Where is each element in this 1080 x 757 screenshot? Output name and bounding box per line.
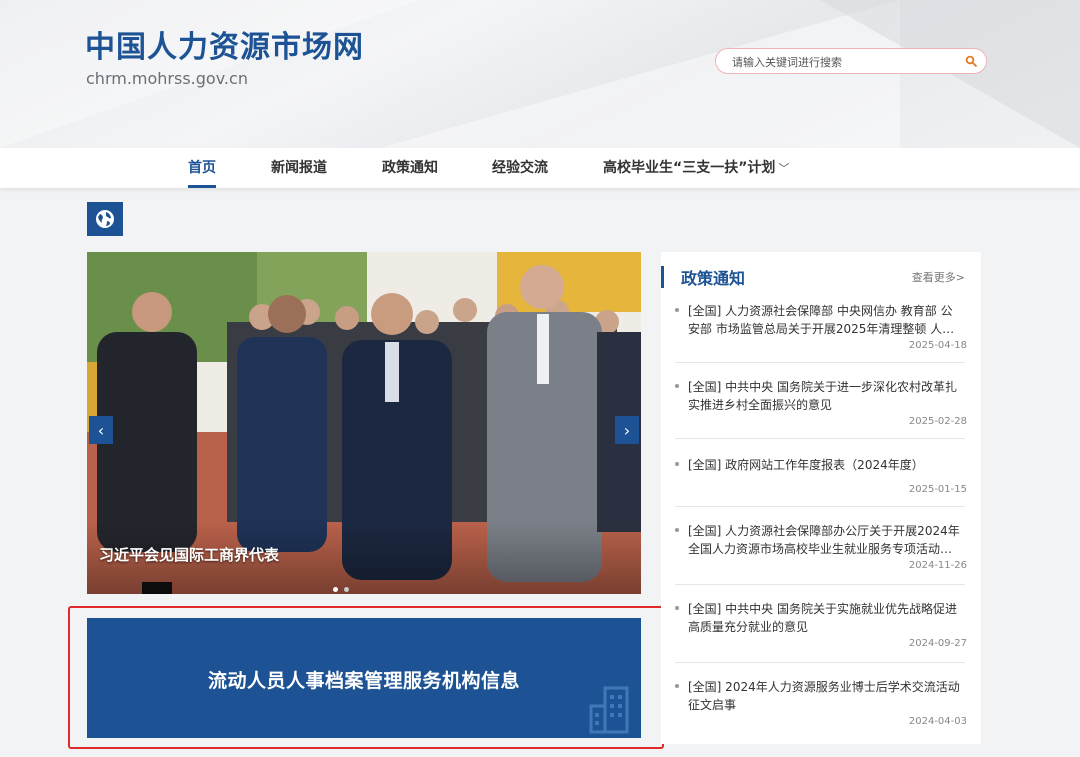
banner-label: 流动人员人事档案管理服务机构信息 <box>207 670 520 692</box>
site-domain: chrm.mohrss.gov.cn <box>86 69 248 88</box>
carousel-dot[interactable] <box>344 587 349 592</box>
divider <box>675 662 965 663</box>
bullet-icon <box>675 528 679 532</box>
news-title[interactable]: [全国] 政府网站工作年度报表（2024年度） <box>688 456 961 474</box>
nav-item-label: 高校毕业生“三支一扶”计划 <box>603 160 776 176</box>
bullet-icon <box>675 384 679 388</box>
news-date: 2025-04-18 <box>908 340 967 351</box>
divider <box>675 584 965 585</box>
divider <box>675 438 965 439</box>
nav-item-policy[interactable]: 政策通知 <box>382 148 438 188</box>
policy-notice-panel: 政策通知 查看更多> [全国] 人力资源社会保障部 中央网信办 教育部 公安部 … <box>661 252 981 744</box>
divider <box>675 362 965 363</box>
site-title[interactable]: 中国人力资源市场网 <box>85 22 364 66</box>
divider <box>675 506 965 507</box>
nav-item-news[interactable]: 新闻报道 <box>271 148 327 188</box>
news-carousel[interactable]: 习近平会见国际工商界代表 ‹ › <box>87 252 641 594</box>
nav-item-experience[interactable]: 经验交流 <box>492 148 548 188</box>
building-icon <box>589 686 629 734</box>
news-date: 2025-01-15 <box>908 484 967 495</box>
news-title[interactable]: [全国] 中共中央 国务院关于实施就业优先战略促进高质量充分就业的意见 <box>688 600 961 636</box>
bullet-icon <box>675 684 679 688</box>
archive-agency-banner[interactable]: 流动人员人事档案管理服务机构信息 <box>87 618 641 738</box>
carousel-next-button[interactable]: › <box>615 416 639 444</box>
carousel-prev-button[interactable]: ‹ <box>89 416 113 444</box>
globe-button[interactable] <box>87 202 123 236</box>
news-title[interactable]: [全国] 人力资源社会保障部 中央网信办 教育部 公安部 市场监管总局关于开展2… <box>688 302 961 338</box>
news-date: 2024-04-03 <box>908 716 967 727</box>
bullet-icon <box>675 308 679 312</box>
news-title[interactable]: [全国] 2024年人力资源服务业博士后学术交流活动征文启事 <box>688 678 961 714</box>
chevron-down-icon: ﹀ <box>778 162 790 175</box>
news-date: 2024-11-26 <box>908 560 967 571</box>
search-icon[interactable] <box>965 55 977 67</box>
news-title[interactable]: [全国] 中共中央 国务院关于进一步深化农村改革扎实推进乡村全面振兴的意见 <box>688 378 961 414</box>
title-accent-bar <box>661 266 664 288</box>
search-input[interactable] <box>730 52 954 72</box>
nav-item-home[interactable]: 首页 <box>188 148 216 188</box>
chevron-left-icon: ‹ <box>97 420 105 440</box>
bullet-icon <box>675 606 679 610</box>
view-more-link[interactable]: 查看更多> <box>912 269 965 285</box>
carousel-caption[interactable]: 习近平会见国际工商界代表 <box>99 544 279 565</box>
main-nav: 首页 新闻报道 政策通知 经验交流 高校毕业生“三支一扶”计划 ﹀ <box>0 148 1080 188</box>
globe-icon <box>96 210 114 228</box>
carousel-dots <box>333 577 355 594</box>
chevron-right-icon: › <box>623 420 631 440</box>
news-date: 2025-02-28 <box>908 416 967 427</box>
nav-item-sanzhi-yifu[interactable]: 高校毕业生“三支一扶”计划 ﹀ <box>603 148 789 188</box>
news-date: 2024-09-27 <box>908 638 967 649</box>
panel-title: 政策通知 <box>681 269 746 288</box>
site-header: 中国人力资源市场网 chrm.mohrss.gov.cn <box>0 0 1080 148</box>
news-title[interactable]: [全国] 人力资源社会保障部办公厅关于开展2024年全国人力资源市场高校毕业生就… <box>688 522 961 558</box>
bullet-icon <box>675 462 679 466</box>
search-box[interactable] <box>715 48 987 74</box>
header-decoration <box>820 0 1080 148</box>
carousel-dot[interactable] <box>333 587 338 592</box>
